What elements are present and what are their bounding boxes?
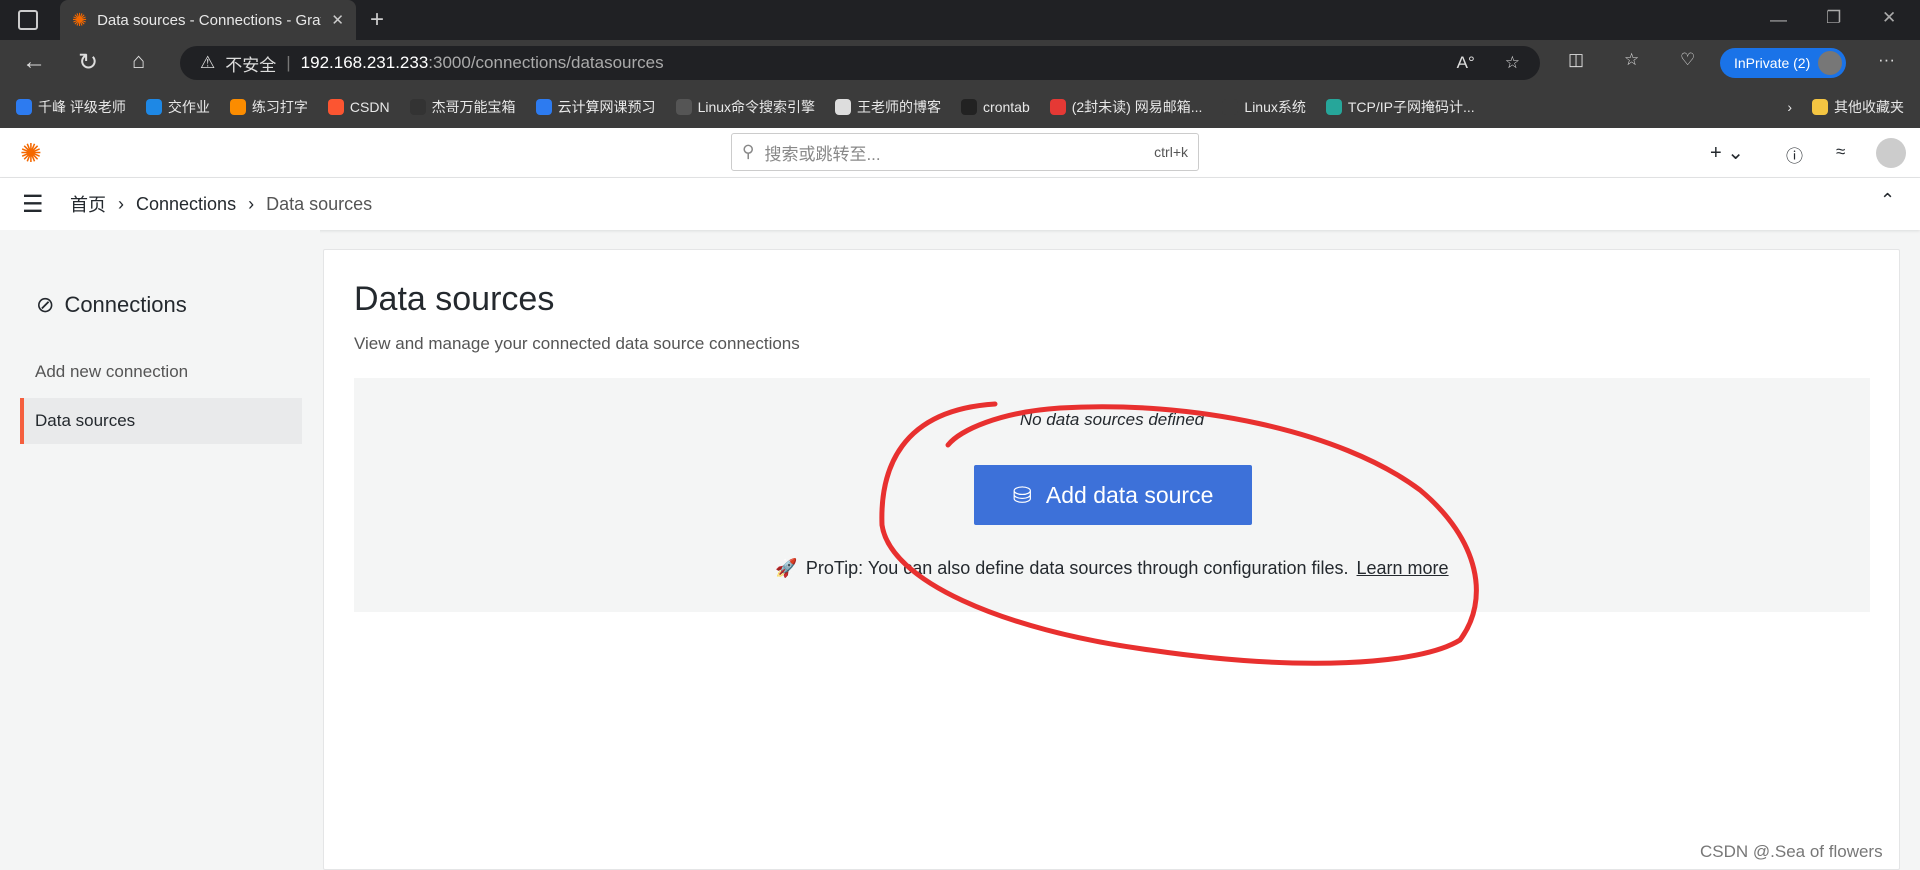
watermark: CSDN @.Sea of flowers — [1700, 842, 1883, 861]
red-annotation-circle — [879, 401, 1479, 666]
annotation-stroke — [879, 401, 1479, 666]
